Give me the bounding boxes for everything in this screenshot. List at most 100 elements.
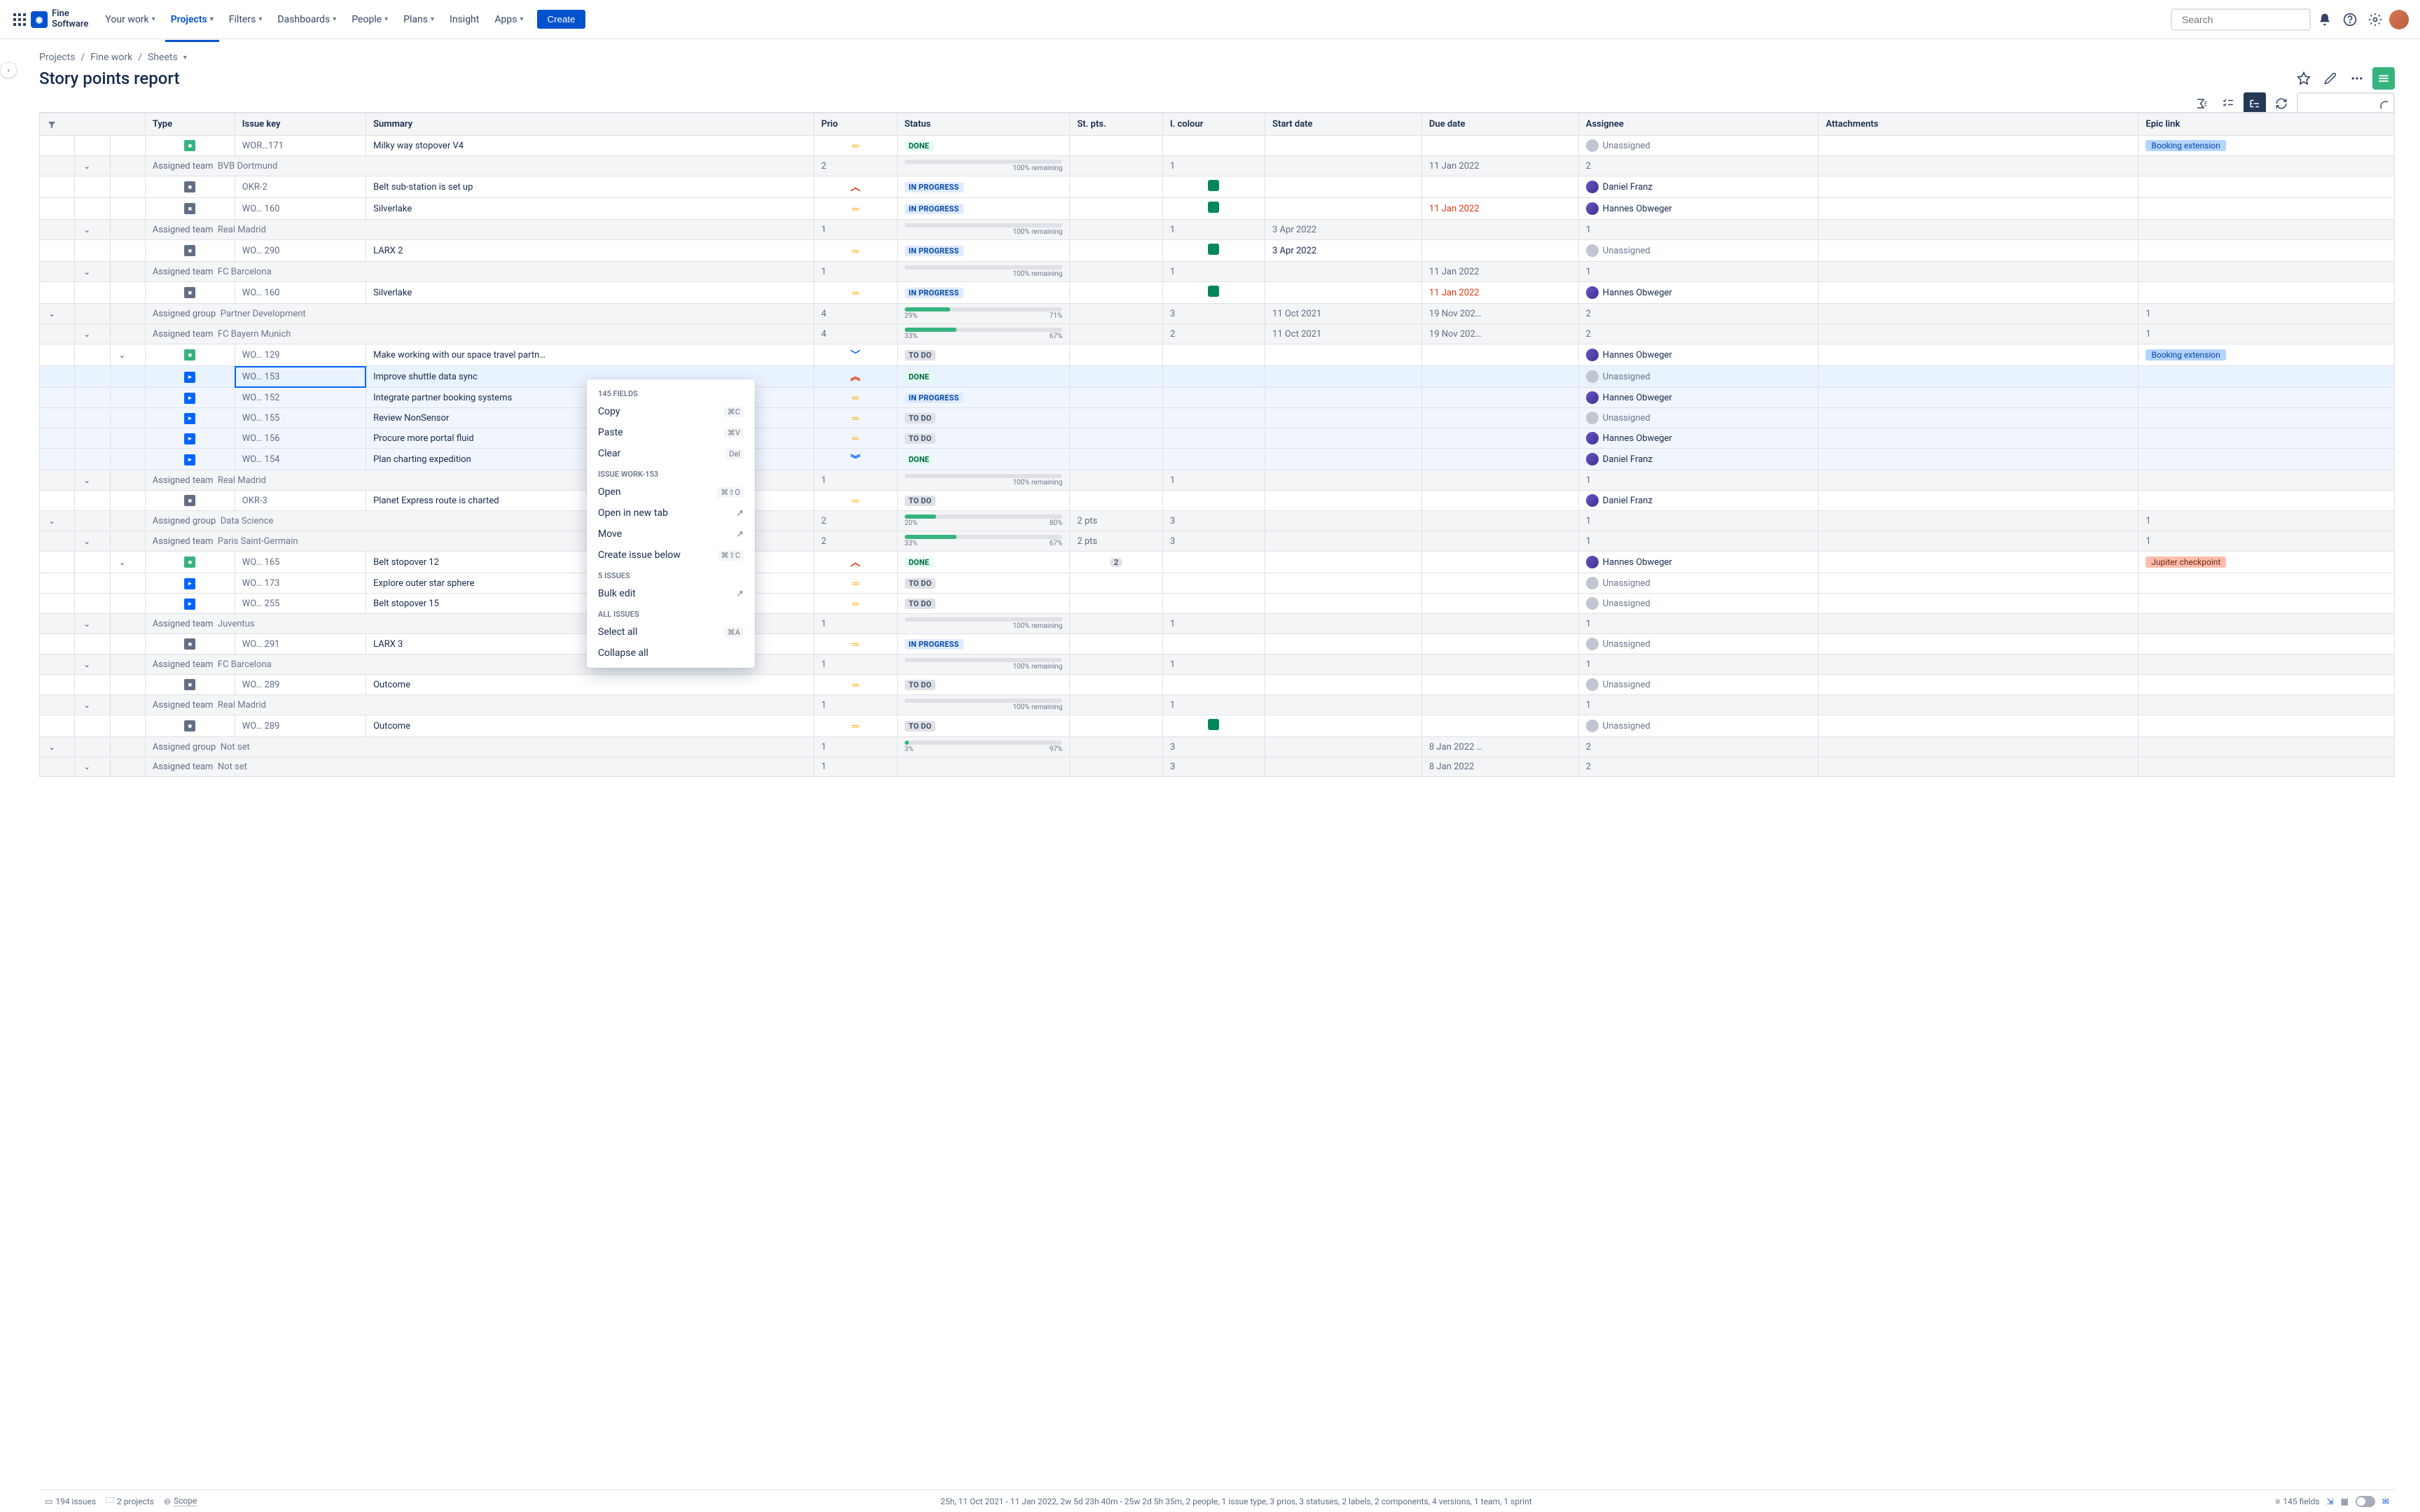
collapse-icon[interactable]: ⌄ [82, 620, 92, 629]
cm-open[interactable]: Open⌘⇧O [587, 482, 755, 503]
global-search[interactable] [2171, 8, 2311, 31]
collapse-icon[interactable]: ⌄ [82, 701, 92, 710]
issue-row[interactable]: ■WO… 160Silverlake═IN PROGRESS11 Jan 202… [40, 198, 2395, 220]
collapse-icon[interactable]: ⌄ [118, 351, 127, 360]
group-row[interactable]: ⌄Assigned team Paris Saint-Germain233%67… [40, 531, 2395, 552]
collapse-icon[interactable]: ⌄ [82, 762, 92, 771]
assignee-cell[interactable]: Daniel Franz [1586, 494, 1811, 507]
col-status[interactable]: Status [897, 113, 1070, 136]
status-lozenge[interactable]: IN PROGRESS [905, 393, 964, 403]
group-row[interactable]: ⌄Assigned team Real Madrid1100% remainin… [40, 220, 2395, 240]
assignee-cell[interactable]: Unassigned [1586, 638, 1811, 650]
issue-row[interactable]: ▸WO… 156Procure more portal fluid═TO DOH… [40, 428, 2395, 449]
group-row[interactable]: ⌄Assigned team FC Barcelona1100% remaini… [40, 262, 2395, 282]
status-lozenge[interactable]: TO DO [905, 350, 936, 360]
footer-toggle[interactable] [2356, 1496, 2375, 1507]
issue-row[interactable]: ■WO… 291LARX 3═IN PROGRESSUnassigned [40, 634, 2395, 654]
issue-key[interactable]: WO… 165 [235, 552, 366, 573]
cm-bulk-edit[interactable]: Bulk edit↗ [587, 583, 755, 604]
issue-summary[interactable]: Silverlake [366, 198, 814, 220]
status-lozenge[interactable]: DONE [905, 372, 933, 382]
collapse-icon[interactable]: ⌄ [118, 558, 127, 567]
cm-clear[interactable]: ClearDel [587, 443, 755, 464]
issues-table[interactable]: Type Issue key Summary Prio Status St. p… [39, 112, 2395, 1490]
assignee-cell[interactable]: Unassigned [1586, 244, 1811, 257]
cm-collapse-all[interactable]: Collapse all [587, 643, 755, 664]
issue-key[interactable]: WO… 160 [235, 198, 366, 220]
assignee-cell[interactable]: Hannes Obweger [1586, 391, 1811, 404]
cm-paste[interactable]: Paste⌘V [587, 422, 755, 443]
status-lozenge[interactable]: IN PROGRESS [905, 182, 964, 192]
assignee-cell[interactable]: Hannes Obweger [1586, 286, 1811, 299]
status-lozenge[interactable]: DONE [905, 141, 933, 151]
issue-row[interactable]: ⌄■WO… 165Belt stopover 12︿DONE2Hannes Ob… [40, 552, 2395, 573]
issue-row[interactable]: ▸WO… 173Explore outer star sphere═TO DOU… [40, 573, 2395, 594]
cm-select-all[interactable]: Select all⌘A [587, 622, 755, 643]
assignee-cell[interactable]: Unassigned [1586, 412, 1811, 424]
assignee-cell[interactable]: Hannes Obweger [1586, 202, 1811, 215]
issue-key[interactable]: WO… 289 [235, 715, 366, 737]
status-lozenge[interactable]: TO DO [905, 721, 936, 732]
issue-summary[interactable]: Make working with our space travel partn… [366, 344, 814, 366]
nav-item-filters[interactable]: Filters▾ [223, 10, 268, 29]
group-row[interactable]: ⌄Assigned team BVB Dortmund2100% remaini… [40, 156, 2395, 176]
group-row[interactable]: ⌄Assigned team FC Barcelona1100% remaini… [40, 654, 2395, 675]
breadcrumb-sheets[interactable]: Sheets [148, 52, 178, 63]
breadcrumb-chevron-icon[interactable]: ▾ [183, 54, 187, 62]
status-lozenge[interactable]: IN PROGRESS [905, 246, 964, 256]
col-key[interactable]: Issue key [235, 113, 366, 136]
status-lozenge[interactable]: TO DO [905, 413, 936, 424]
app-switcher-icon[interactable] [11, 11, 28, 28]
issue-row[interactable]: ■WO… 160Silverlake═IN PROGRESS11 Jan 202… [40, 282, 2395, 304]
col-type[interactable]: Type [145, 113, 235, 136]
sheet-app-icon[interactable] [2372, 67, 2395, 90]
group-row[interactable]: ⌄Assigned group Data Science220%80%2 pts… [40, 511, 2395, 531]
collapse-icon[interactable]: ⌄ [82, 476, 92, 485]
footer-fields[interactable]: ≡145 fields [2275, 1497, 2319, 1506]
col-assignee[interactable]: Assignee [1578, 113, 1819, 136]
footer-projects[interactable]: 🗀2 projects [106, 1494, 154, 1508]
collapse-icon[interactable]: ⌄ [82, 267, 92, 276]
collapse-icon[interactable]: ⌄ [47, 517, 57, 526]
collapse-icon[interactable]: ⌄ [82, 537, 92, 546]
issue-key[interactable]: WOR…171 [235, 136, 366, 156]
issue-row[interactable]: ▸WO… 255Belt stopover 15═TO DOUnassigned [40, 594, 2395, 614]
nav-item-plans[interactable]: Plans▾ [398, 10, 440, 29]
col-summary[interactable]: Summary [366, 113, 814, 136]
cm-open-new-tab[interactable]: Open in new tab↗ [587, 503, 755, 524]
star-icon[interactable] [2293, 67, 2315, 90]
breadcrumb-projects[interactable]: Projects [39, 52, 75, 63]
issue-key[interactable]: WO… 289 [235, 675, 366, 695]
issue-row[interactable]: ⌄■WO… 129Make working with our space tra… [40, 344, 2395, 366]
cm-copy[interactable]: Copy⌘C [587, 401, 755, 422]
user-avatar[interactable] [2389, 10, 2409, 29]
status-lozenge[interactable]: IN PROGRESS [905, 204, 964, 214]
assignee-cell[interactable]: Daniel Franz [1586, 453, 1811, 465]
cm-create-below[interactable]: Create issue below⌘⇧C [587, 545, 755, 566]
status-lozenge[interactable]: TO DO [905, 578, 936, 589]
collapse-icon[interactable]: ⌄ [82, 330, 92, 339]
epic-link-pill[interactable]: Booking extension [2146, 349, 2225, 360]
collapse-icon[interactable]: ⌄ [47, 743, 57, 752]
group-row[interactable]: ⌄Assigned team Juventus1100% remaining11 [40, 614, 2395, 634]
issue-summary[interactable]: Outcome [366, 675, 814, 695]
issue-row[interactable]: ■WO… 290LARX 2═IN PROGRESS3 Apr 2022Unas… [40, 240, 2395, 262]
group-row[interactable]: ⌄Assigned team Not set138 Jan 20222 [40, 757, 2395, 777]
group-row[interactable]: ⌄Assigned team FC Bayern Munich433%67%21… [40, 324, 2395, 344]
nav-item-apps[interactable]: Apps▾ [489, 10, 529, 29]
issue-key[interactable]: WO… 291 [235, 634, 366, 654]
issue-row[interactable]: ■OKR-3Planet Express route is charted═TO… [40, 491, 2395, 511]
nav-item-projects[interactable]: Projects▾ [165, 10, 219, 29]
status-lozenge[interactable]: DONE [905, 454, 933, 465]
assignee-cell[interactable]: Unassigned [1586, 370, 1811, 383]
issue-key[interactable]: WO… 173 [235, 573, 366, 594]
issue-row[interactable]: ■WO… 289Outcome═TO DOUnassigned [40, 675, 2395, 695]
issue-key[interactable]: WO… 155 [235, 408, 366, 428]
group-row[interactable]: ⌄Assigned group Not set13%97%38 Jan 2022… [40, 737, 2395, 757]
status-lozenge[interactable]: TO DO [905, 496, 936, 506]
assignee-cell[interactable]: Hannes Obweger [1586, 432, 1811, 444]
status-lozenge[interactable]: TO DO [905, 680, 936, 690]
epic-link-pill[interactable]: Jupiter checkpoint [2146, 556, 2226, 568]
col-start[interactable]: Start date [1265, 113, 1422, 136]
epic-link-pill[interactable]: Booking extension [2146, 140, 2225, 151]
